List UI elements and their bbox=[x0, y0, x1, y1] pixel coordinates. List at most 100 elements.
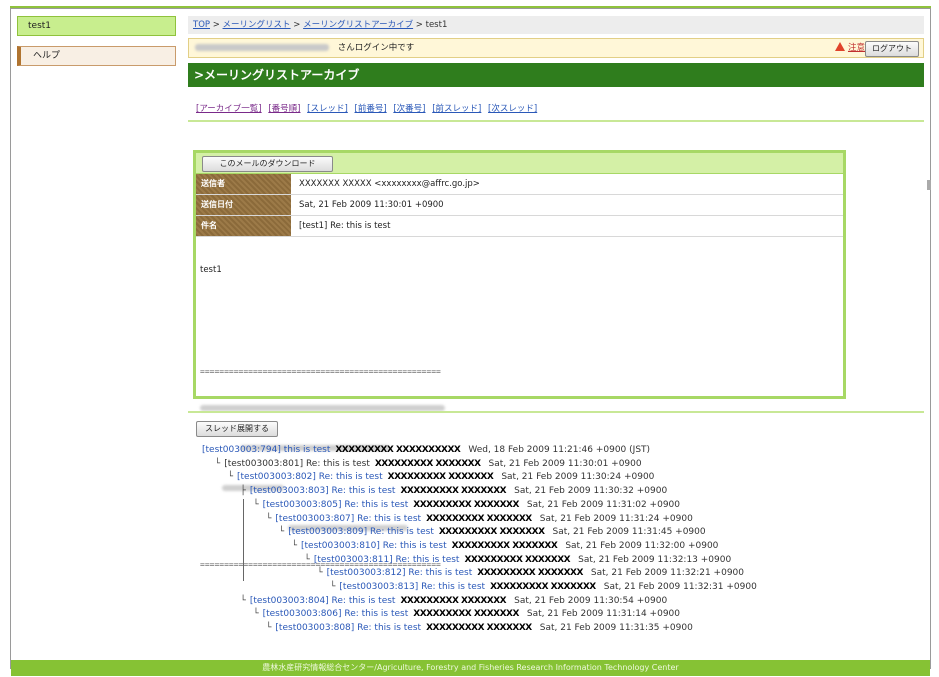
thread-tree-connector: ├ bbox=[240, 486, 246, 497]
thread-current-message: [test003003:801] Re: this is test bbox=[224, 458, 370, 469]
thread-author: XXXXXXXXX XXXXXXX bbox=[400, 595, 507, 606]
thread-item: └ [test003003:801] Re: this is test XXXXXX… bbox=[215, 458, 642, 471]
thread-tree-connector: └ bbox=[304, 554, 310, 565]
thread-message-link[interactable]: [test003003:808] Re: this is test bbox=[275, 623, 421, 633]
thread-item: └ [test003003:804] Re: this is test XXXXXX… bbox=[240, 595, 667, 608]
thread-date: Sat, 21 Feb 2009 11:30:01 +0900 bbox=[488, 458, 642, 469]
thread-message-link[interactable]: [test003003:812] Re: this is test bbox=[327, 568, 473, 578]
thread-tree-connector: └ bbox=[253, 609, 259, 620]
message-panel: このメールのダウンロード 送信者 XXXXXXX XXXXX <xxxxxxxx… bbox=[193, 150, 846, 569]
warning-label[interactable]: 注意 bbox=[848, 43, 865, 53]
expand-thread-button[interactable]: スレッド展開する bbox=[196, 421, 278, 437]
thread-date: Sat, 21 Feb 2009 11:30:24 +0900 bbox=[501, 472, 655, 483]
thread-author: XXXXXXXXX XXXXXXX bbox=[387, 472, 494, 483]
warning-link[interactable]: 注意 bbox=[834, 39, 865, 58]
breadcrumb-mailing-list-link[interactable]: メーリングリスト bbox=[223, 20, 291, 30]
sender-value: XXXXXXX XXXXX <xxxxxxxx@affrc.go.jp> bbox=[299, 179, 480, 189]
divider bbox=[188, 120, 924, 122]
thread-date: Wed, 18 Feb 2009 11:21:46 +0900 (JST) bbox=[468, 445, 651, 455]
thread-tree-connector: └ bbox=[278, 527, 285, 538]
breadcrumb-archive-link[interactable]: メーリングリストアーカイブ bbox=[303, 20, 413, 30]
thread-date: Sat, 21 Feb 2009 11:32:00 +0900 bbox=[565, 540, 719, 551]
thread-message-link[interactable]: [test003003:805] Re: this is test bbox=[263, 500, 409, 510]
page-title: >メーリングリストアーカイブ bbox=[188, 63, 924, 87]
sidebar-item-current-list[interactable]: test1 bbox=[17, 16, 176, 36]
thread-item: └ [test003003:806] Re: this is test XXXXXX… bbox=[253, 608, 680, 621]
thread-date: Sat, 21 Feb 2009 11:32:21 +0900 bbox=[590, 568, 745, 579]
thread-date: Sat, 21 Feb 2009 11:31:45 +0900 bbox=[552, 527, 706, 538]
thread-author: XXXXXXXXX XXXXXXX bbox=[374, 458, 481, 469]
nav-by-number-link[interactable]: [番号順] bbox=[268, 104, 300, 114]
thread-date: Sat, 21 Feb 2009 11:31:02 +0900 bbox=[526, 499, 681, 510]
thread-message-link[interactable]: [test003003:804] Re: this is test bbox=[250, 596, 396, 606]
thread-message-link[interactable]: [test003003:811] Re: this is test bbox=[314, 555, 460, 565]
sender-row: 送信者 XXXXXXX XXXXX <xxxxxxxx@affrc.go.jp> bbox=[196, 174, 843, 195]
message-body-first-line: test1 bbox=[200, 265, 222, 275]
breadcrumb-separator: > bbox=[210, 20, 223, 30]
nav-thread-link[interactable]: [スレッド] bbox=[307, 104, 348, 114]
nav-next-number-link[interactable]: [次番号] bbox=[393, 104, 425, 114]
download-message-button[interactable]: このメールのダウンロード bbox=[202, 156, 333, 172]
breadcrumb-top-link[interactable]: TOP bbox=[193, 20, 210, 30]
thread-date: Sat, 21 Feb 2009 11:32:31 +0900 bbox=[603, 582, 757, 592]
subject-value: [test1] Re: this is test bbox=[299, 221, 391, 231]
thread-author: XXXXXXXXX XXXXXXX bbox=[438, 527, 545, 538]
thread-item: ├ [test003003:803] Re: this is test XXXXXX… bbox=[240, 485, 667, 498]
thread-tree-connector: └ bbox=[266, 513, 272, 524]
sidebar-item-help[interactable]: ヘルプ bbox=[17, 46, 176, 66]
thread-message-link[interactable]: [test003003:806] Re: this is test bbox=[263, 609, 409, 619]
footer: 農林水産研究情報総合センター/Agriculture, Forestry and… bbox=[11, 660, 930, 676]
thread-author: XXXXXXXXX XXXXXXX bbox=[413, 499, 519, 510]
thread-author: XXXXXXXXX XXXXXXX bbox=[477, 568, 583, 579]
thread-message-link[interactable]: [test003003:807] Re: this is test bbox=[275, 514, 421, 524]
thread-message-link[interactable]: [test003003:810] Re: this is test bbox=[301, 541, 447, 551]
thread-message-link[interactable]: [test003003:803] Re: this is test bbox=[250, 486, 396, 496]
thread-item: └ [test003003:809] Re: this is test XXXXXX… bbox=[279, 526, 706, 539]
thread-item: └ [test003003:810] Re: this is test XXXXXX… bbox=[292, 540, 719, 553]
login-status-bar: さんログイン中です 注意 ログアウト bbox=[188, 38, 924, 58]
thread-message-link[interactable]: [test003003:813] Re: this is test bbox=[339, 582, 485, 592]
thread-author: XXXXXXXXX XXXXXXX bbox=[426, 513, 532, 524]
thread-tree-connector: └ bbox=[227, 472, 234, 483]
sender-label: 送信者 bbox=[196, 174, 291, 194]
nav-prev-thread-link[interactable]: [前スレッド] bbox=[432, 104, 481, 114]
thread-item: └ [test003003:808] Re: this is test XXXXXX… bbox=[266, 622, 693, 635]
thread-branch-line bbox=[243, 498, 245, 581]
thread-tree-connector: └ bbox=[214, 458, 221, 469]
thread-item: [test003003:794] this is test XXXXXXXXX X… bbox=[202, 444, 650, 457]
thread-author: XXXXXXXXX XXXXXXXXXX bbox=[335, 445, 461, 455]
logout-button[interactable]: ログアウト bbox=[865, 41, 919, 57]
nav-archive-list-link[interactable]: [アーカイブ一覧] bbox=[196, 104, 262, 114]
thread-date: Sat, 21 Feb 2009 11:30:32 +0900 bbox=[514, 486, 668, 497]
signature-separator-top: ========================================… bbox=[200, 367, 441, 376]
breadcrumb: TOP > メーリングリスト > メーリングリストアーカイブ > test1 bbox=[188, 16, 924, 34]
thread-author: XXXXXXXXX XXXXXXX bbox=[400, 486, 507, 497]
thread-message-link[interactable]: [test003003:794] this is test bbox=[202, 445, 330, 455]
thread-tree-connector: └ bbox=[291, 540, 298, 551]
thread-date: Sat, 21 Feb 2009 11:30:54 +0900 bbox=[514, 595, 668, 606]
thread-message-link[interactable]: [test003003:802] Re: this is test bbox=[237, 472, 383, 482]
thread-author: XXXXXXXXX XXXXXXX bbox=[413, 609, 519, 620]
thread-author: XXXXXXXXX XXXXXXX bbox=[426, 623, 532, 634]
thread-tree-connector: └ bbox=[240, 595, 246, 606]
thread-item: └ [test003003:807] Re: this is test XXXXXX… bbox=[266, 513, 693, 526]
thread-tree-connector: └ bbox=[330, 582, 336, 592]
thread-message-link[interactable]: [test003003:809] Re: this is test bbox=[288, 527, 434, 537]
scrollbar-thumb[interactable] bbox=[927, 180, 931, 190]
nav-next-thread-link[interactable]: [次スレッド] bbox=[488, 104, 537, 114]
thread-tree-connector: └ bbox=[253, 499, 259, 510]
divider bbox=[188, 411, 924, 413]
thread-item: └ [test003003:805] Re: this is test XXXXXX… bbox=[253, 499, 680, 512]
thread-item: └ [test003003:812] Re: this is test XXXXXX… bbox=[317, 567, 744, 580]
login-status-text: さんログイン中です bbox=[337, 43, 415, 53]
thread-tree-connector: └ bbox=[266, 623, 272, 634]
breadcrumb-separator: > bbox=[290, 20, 304, 30]
breadcrumb-separator: > bbox=[413, 20, 426, 30]
archive-nav-links: [アーカイブ一覧] [番号順] [スレッド] [前番号] [次番号] [前スレッ… bbox=[188, 102, 924, 114]
date-label: 送信日付 bbox=[196, 195, 291, 215]
warning-icon bbox=[834, 42, 845, 51]
message-toolbar: このメールのダウンロード bbox=[196, 153, 843, 174]
date-value: Sat, 21 Feb 2009 11:30:01 +0900 bbox=[299, 200, 444, 210]
nav-prev-number-link[interactable]: [前番号] bbox=[355, 104, 387, 114]
thread-author: XXXXXXXXX XXXXXXX bbox=[490, 582, 596, 592]
